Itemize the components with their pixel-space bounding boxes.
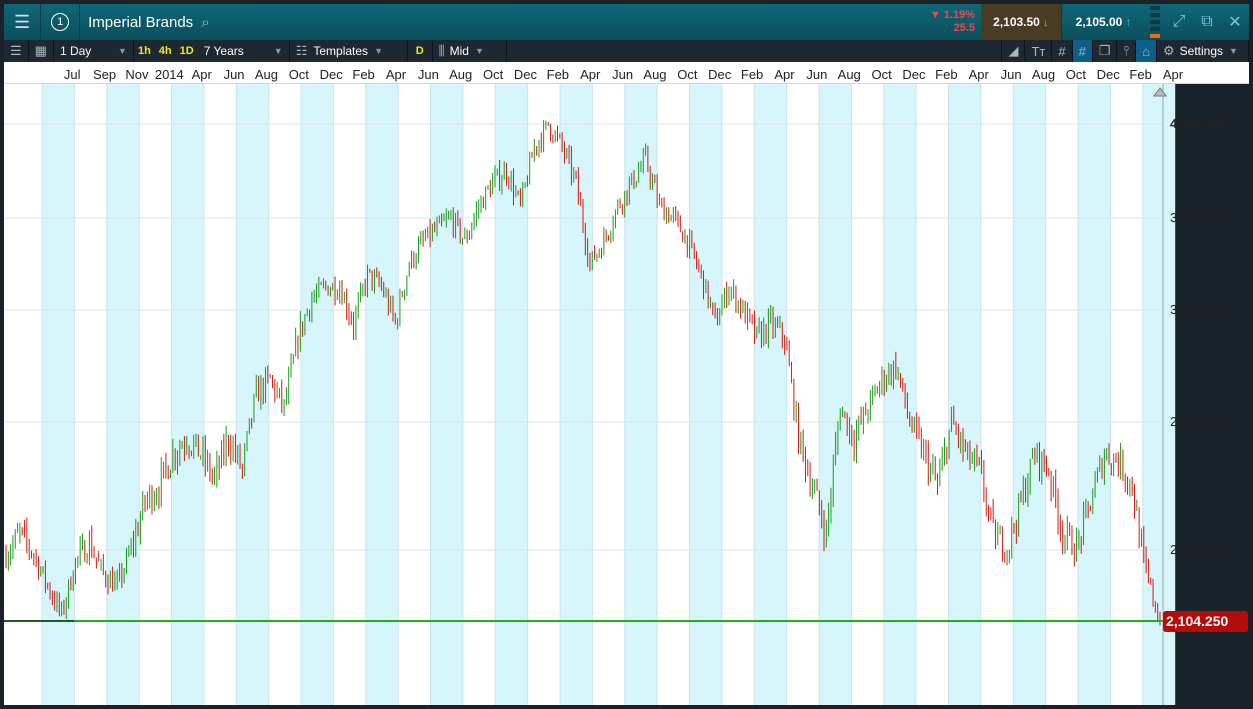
candles-icon: ⫼ xyxy=(438,43,445,58)
time-axis-label: Apr xyxy=(968,67,989,82)
period-band xyxy=(301,84,334,705)
title-bar: ☰ 1 Imperial Brands ⌕ ▼ 1.19% 25.5 2,103.… xyxy=(4,4,1249,40)
period-band xyxy=(430,84,463,705)
grid-icon[interactable]: # xyxy=(1052,40,1073,62)
price-axis-label: 4,000.000 xyxy=(1170,116,1228,131)
period-band xyxy=(171,84,204,705)
crosshair-grid-icon[interactable]: # xyxy=(1072,40,1093,62)
time-axis-label: Apr xyxy=(385,67,407,82)
range-select[interactable]: 7 Years ▼ xyxy=(198,40,290,62)
period-band xyxy=(689,84,722,705)
time-axis-label: Aug xyxy=(449,67,473,82)
time-axis-label: Jul xyxy=(63,67,81,82)
period-band xyxy=(365,84,399,705)
chevron-down-icon: ▼ xyxy=(118,46,127,56)
price-axis-label: 3,600.000 xyxy=(1170,210,1228,225)
sliders-icon: ☷ xyxy=(295,43,308,58)
time-axis-label: Feb xyxy=(1129,67,1152,82)
time-axis-label: Oct xyxy=(677,67,698,82)
period-band xyxy=(754,84,787,705)
chevron-down-icon: ▼ xyxy=(1229,46,1238,56)
time-axis-label: Feb xyxy=(740,67,764,82)
arrow-down-icon: ↓ xyxy=(1042,15,1049,29)
period-band xyxy=(948,84,981,705)
interval-select[interactable]: 1 Day ▼ xyxy=(54,40,134,62)
time-axis-label: Jun xyxy=(612,67,634,82)
time-axis-label: Aug xyxy=(837,67,861,82)
list-icon[interactable]: ☰ xyxy=(4,40,29,62)
time-axis-label: Aug xyxy=(254,67,279,82)
menu-button[interactable]: ☰ xyxy=(4,4,42,40)
interval-1d[interactable]: 1D xyxy=(176,45,198,57)
time-axis[interactable]: Jul Sep Nov 2014 Apr Jun Aug Oct Dec Feb Apr Jun Aug… xyxy=(4,62,1249,84)
text-size-icon[interactable]: Tт xyxy=(1025,40,1053,62)
time-axis-label: Jun xyxy=(806,67,828,82)
window-number-badge[interactable]: 1 xyxy=(41,4,81,40)
time-axis-label: Dec xyxy=(1096,67,1120,82)
price-axis-label: 2,800.000 xyxy=(1170,414,1228,429)
time-axis-label: Jun xyxy=(1000,67,1022,82)
time-axis-label: Oct xyxy=(871,67,892,82)
price-type-select[interactable]: ⫼ Mid ▼ xyxy=(433,40,507,62)
period-band xyxy=(236,84,269,705)
indicator-icon[interactable]: ⫯ xyxy=(1117,40,1137,62)
time-axis-label: Dec xyxy=(902,67,926,82)
time-axis-label: Aug xyxy=(1031,67,1056,82)
period-band xyxy=(106,84,140,705)
search-icon[interactable]: ⌕ xyxy=(201,14,209,31)
time-axis-label: Oct xyxy=(482,67,504,82)
popout-icon[interactable]: ⧉ xyxy=(1193,13,1221,31)
label-tag-icon[interactable]: ⌂ xyxy=(1136,40,1157,62)
price-change: ▼ 1.19% 25.5 xyxy=(929,9,975,34)
time-axis-label: Jun xyxy=(417,67,439,82)
chevron-down-icon: ▼ xyxy=(474,46,484,56)
chevron-down-icon: ▼ xyxy=(374,46,383,56)
close-icon[interactable]: ✕ xyxy=(1221,12,1249,32)
price-axis-label: 2,400.000 xyxy=(1170,542,1228,557)
time-axis-label: Oct xyxy=(288,67,309,82)
time-axis-label: Apr xyxy=(1162,67,1184,82)
interval-4h[interactable]: 4h xyxy=(155,45,176,57)
current-price-label: 2,104.250 xyxy=(1163,611,1248,632)
period-band xyxy=(42,84,75,705)
windows-icon[interactable]: ❐ xyxy=(1093,40,1118,62)
price-chart[interactable] xyxy=(4,84,1249,705)
templates-button[interactable]: ☷ Templates ▼ xyxy=(290,40,408,62)
layout-icon[interactable]: ▦ xyxy=(29,40,54,62)
chevron-down-icon: ▼ xyxy=(273,46,283,56)
time-axis-label: Oct xyxy=(1065,67,1086,82)
chart-toolbar: ☰ ▦ 1 Day ▼ 1h 4h 1D 7 Years ▼ ☷ Templates ▼… xyxy=(4,40,1249,62)
interval-1h[interactable]: 1h xyxy=(134,45,155,57)
time-axis-label: Apr xyxy=(580,67,601,82)
settings-button[interactable]: ⚙ Settings ▼ xyxy=(1157,40,1249,62)
draw-line-icon[interactable]: ◢ xyxy=(1001,40,1026,62)
period-band xyxy=(819,84,852,705)
maximize-icon[interactable]: ⤢ xyxy=(1165,13,1193,31)
period-band xyxy=(1013,84,1046,705)
time-axis-label: Jun xyxy=(223,67,245,82)
gear-icon: ⚙ xyxy=(1163,43,1175,58)
time-axis-label: 2014 xyxy=(154,67,184,82)
sell-button[interactable]: 2,103.50 ↓ xyxy=(981,4,1061,40)
time-axis-label: Sep xyxy=(92,67,117,82)
time-axis-label: Aug xyxy=(643,67,667,82)
buy-button[interactable]: 2,105.00 ↑ xyxy=(1061,4,1145,40)
instrument-name[interactable]: Imperial Brands xyxy=(80,14,201,31)
time-axis-label: Apr xyxy=(774,67,795,82)
signal-strength-icon xyxy=(1145,6,1165,38)
period-band xyxy=(1078,84,1111,705)
time-axis-label: Feb xyxy=(352,67,375,82)
time-axis-label: Nov xyxy=(125,67,149,82)
time-axis-label: Apr xyxy=(191,67,212,82)
period-band xyxy=(883,84,917,705)
d-button[interactable]: D xyxy=(408,40,433,62)
time-axis-label: Dec xyxy=(319,67,343,82)
time-axis-label: Dec xyxy=(513,67,538,82)
time-axis-label: Feb xyxy=(935,67,958,82)
arrow-up-icon: ↑ xyxy=(1125,15,1132,29)
time-axis-label: Dec xyxy=(708,67,732,82)
price-axis-label: 3,200.000 xyxy=(1170,302,1228,317)
time-axis-label: Feb xyxy=(546,67,570,82)
